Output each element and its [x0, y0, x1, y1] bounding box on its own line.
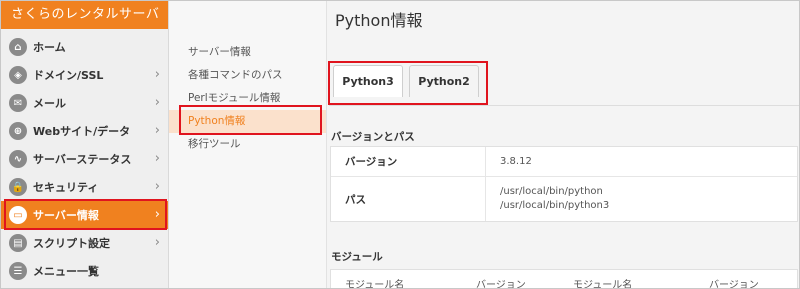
version-section-title: バージョンとパス — [331, 131, 415, 143]
version-number: 3.8.12 — [500, 155, 532, 167]
version-value: 3.8.12 — [486, 147, 797, 176]
module-section-title: モジュール — [331, 251, 383, 263]
sidebar-item-label: Webサイト/データ — [33, 125, 131, 138]
tab-divider — [329, 105, 799, 106]
list-icon: ☰ — [9, 262, 27, 280]
main-content: Python情報 Python3 Python2 バージョンとパス バージョン … — [327, 1, 799, 289]
sidebar-item-label: メール — [33, 97, 66, 110]
home-icon: ⌂ — [9, 38, 27, 56]
brand-title[interactable]: さくらのレンタルサーバ — [1, 1, 168, 29]
chart-icon: ∿ — [9, 150, 27, 168]
python-path: /usr/local/bin/python — [500, 186, 603, 197]
mail-icon: ✉ — [9, 94, 27, 112]
sidebar-item-menu-list[interactable]: ☰ メニュー一覧 — [1, 257, 168, 285]
sidebar: さくらのレンタルサーバ ⌂ ホーム ◈ ドメイン/SSL › ✉ メール › ⊕… — [1, 1, 169, 288]
chevron-right-icon: › — [154, 179, 160, 194]
module-table-header: モジュール名 バージョン モジュール名 バージョン — [330, 269, 798, 289]
version-tabs: Python3 Python2 — [333, 65, 485, 97]
column-header-version: バージョン — [709, 280, 759, 289]
path-label: パス — [331, 177, 486, 221]
version-label: バージョン — [331, 147, 486, 176]
chevron-right-icon: › — [154, 235, 160, 250]
version-table: バージョン 3.8.12 パス /usr/local/bin/python /u… — [330, 146, 798, 222]
sidebar-item-security[interactable]: 🔒 セキュリティ › — [1, 173, 168, 201]
subnav-item-server-info[interactable]: サーバー情報 — [169, 41, 326, 64]
sidebar-item-domain[interactable]: ◈ ドメイン/SSL › — [1, 61, 168, 89]
chevron-right-icon: › — [154, 207, 160, 222]
sidebar-item-label: サーバーステータス — [33, 153, 132, 166]
tab-python3[interactable]: Python3 — [333, 65, 403, 97]
column-header-module-name: モジュール名 — [345, 280, 405, 289]
sidebar-item-label: ホーム — [33, 41, 66, 54]
table-row: バージョン 3.8.12 — [331, 147, 797, 177]
sidebar-item-label: サーバー情報 — [33, 209, 99, 222]
chevron-right-icon: › — [154, 95, 160, 110]
script-icon: ▤ — [9, 234, 27, 252]
sidebar-item-label: セキュリティ — [33, 181, 99, 194]
sidebar-nav: ⌂ ホーム ◈ ドメイン/SSL › ✉ メール › ⊕ Webサイト/データ … — [1, 29, 168, 285]
sidebar-item-server-info[interactable]: ▭ サーバー情報 › — [1, 201, 168, 229]
sidebar-item-server-status[interactable]: ∿ サーバーステータス › — [1, 145, 168, 173]
python3-path: /usr/local/bin/python3 — [500, 200, 610, 211]
app-window: さくらのレンタルサーバ ⌂ ホーム ◈ ドメイン/SSL › ✉ メール › ⊕… — [0, 0, 800, 289]
sidebar-item-label: ドメイン/SSL — [33, 69, 104, 82]
sidebar-item-website[interactable]: ⊕ Webサイト/データ › — [1, 117, 168, 145]
table-row: パス /usr/local/bin/python /usr/local/bin/… — [331, 177, 797, 221]
chevron-right-icon: › — [154, 123, 160, 138]
path-value: /usr/local/bin/python /usr/local/bin/pyt… — [486, 177, 797, 221]
sidebar-item-label: メニュー一覧 — [33, 265, 99, 278]
chevron-right-icon: › — [154, 67, 160, 82]
tab-python2[interactable]: Python2 — [409, 65, 479, 97]
subnav-item-migration-tool[interactable]: 移行ツール — [169, 133, 326, 156]
sidebar-item-mail[interactable]: ✉ メール › — [1, 89, 168, 117]
column-header-version: バージョン — [476, 280, 526, 289]
globe-icon: ⊕ — [9, 122, 27, 140]
sub-nav: サーバー情報 各種コマンドのパス Perlモジュール情報 Python情報 移行… — [169, 1, 327, 288]
page-title: Python情報 — [335, 11, 423, 30]
lock-icon: 🔒 — [9, 178, 27, 196]
sidebar-item-home[interactable]: ⌂ ホーム — [1, 33, 168, 61]
subnav-item-command-paths[interactable]: 各種コマンドのパス — [169, 64, 326, 87]
subnav-item-python-info[interactable]: Python情報 — [169, 110, 326, 133]
sidebar-item-label: スクリプト設定 — [33, 237, 110, 250]
chevron-right-icon: › — [154, 151, 160, 166]
sidebar-item-script-settings[interactable]: ▤ スクリプト設定 › — [1, 229, 168, 257]
server-icon: ▭ — [9, 206, 27, 224]
column-header-module-name: モジュール名 — [573, 280, 633, 289]
domain-icon: ◈ — [9, 66, 27, 84]
subnav-item-perl-modules[interactable]: Perlモジュール情報 — [169, 87, 326, 110]
